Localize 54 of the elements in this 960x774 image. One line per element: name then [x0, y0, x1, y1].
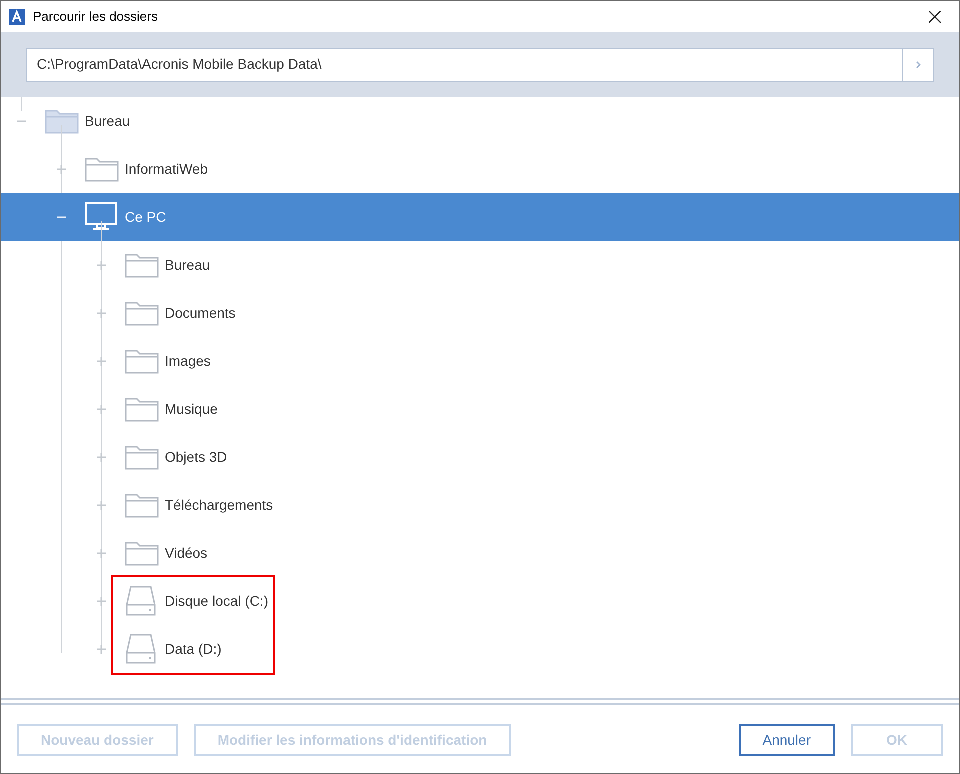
- tree-row[interactable]: Musique: [1, 385, 959, 433]
- folder-icon: [125, 252, 159, 278]
- app-logo-icon: [9, 8, 25, 24]
- tree-row[interactable]: Ce PC: [1, 193, 959, 241]
- window-title: Parcourir les dossiers: [33, 8, 158, 26]
- tree-row[interactable]: Data (D:): [1, 625, 959, 673]
- go-button[interactable]: [903, 48, 934, 82]
- folder-icon: [125, 492, 159, 518]
- tree-label: Ce PC: [125, 208, 166, 226]
- tree-row[interactable]: Disque local (C:): [1, 577, 959, 625]
- expand-icon[interactable]: [97, 500, 106, 510]
- tree-label: Musique: [165, 400, 218, 419]
- monitor-icon: [85, 202, 117, 232]
- drive-icon: [125, 585, 157, 617]
- chevron-right-icon: [916, 60, 920, 68]
- tree-label: Bureau: [165, 256, 210, 274]
- tree-label: Documents: [165, 304, 236, 322]
- tree-row[interactable]: Vidéos: [1, 529, 959, 577]
- tree-row[interactable]: Objets 3D: [1, 433, 959, 481]
- tree-label: Images: [165, 352, 211, 371]
- expand-icon[interactable]: [57, 164, 66, 174]
- expand-icon[interactable]: [97, 452, 106, 462]
- expand-icon[interactable]: [97, 308, 106, 318]
- tree-label: Data (D:): [165, 640, 222, 659]
- close-icon: [929, 10, 941, 22]
- tree-row[interactable]: Images: [1, 337, 959, 385]
- tree-row[interactable]: Bureau: [1, 97, 959, 145]
- tree-label: Téléchargements: [165, 496, 274, 515]
- folder-icon: [125, 444, 159, 470]
- dialog-button[interactable]: Annuler: [738, 724, 835, 756]
- tree-label: Vidéos: [165, 544, 208, 562]
- tree-label: InformatiWeb: [125, 160, 208, 178]
- folder-icon: [125, 540, 159, 566]
- drive-icon: [125, 633, 157, 665]
- tree-label: Bureau: [85, 112, 130, 130]
- expand-icon[interactable]: [97, 404, 106, 414]
- expand-icon[interactable]: [97, 644, 106, 654]
- path-field[interactable]: C:\ProgramData\Acronis Mobile Backup Data\: [26, 48, 903, 82]
- tree-label: Disque local (C:): [165, 592, 268, 611]
- folder-icon: [125, 300, 159, 326]
- folder-icon: [85, 156, 119, 182]
- tree-row[interactable]: Documents: [1, 289, 959, 337]
- expand-icon[interactable]: [97, 356, 106, 366]
- tree-label: Objets 3D: [165, 448, 228, 467]
- tree-row[interactable]: InformatiWeb: [1, 145, 959, 193]
- tree-row[interactable]: Bureau: [1, 241, 959, 289]
- expand-icon[interactable]: [97, 260, 106, 270]
- horizontal-scrollbar[interactable]: [1, 698, 959, 705]
- expand-icon[interactable]: [97, 596, 106, 606]
- expand-icon[interactable]: [97, 548, 106, 558]
- folder-icon: [125, 396, 159, 422]
- tree-row[interactable]: Téléchargements: [1, 481, 959, 529]
- folder-icon: [125, 348, 159, 374]
- folder-icon: [45, 108, 79, 134]
